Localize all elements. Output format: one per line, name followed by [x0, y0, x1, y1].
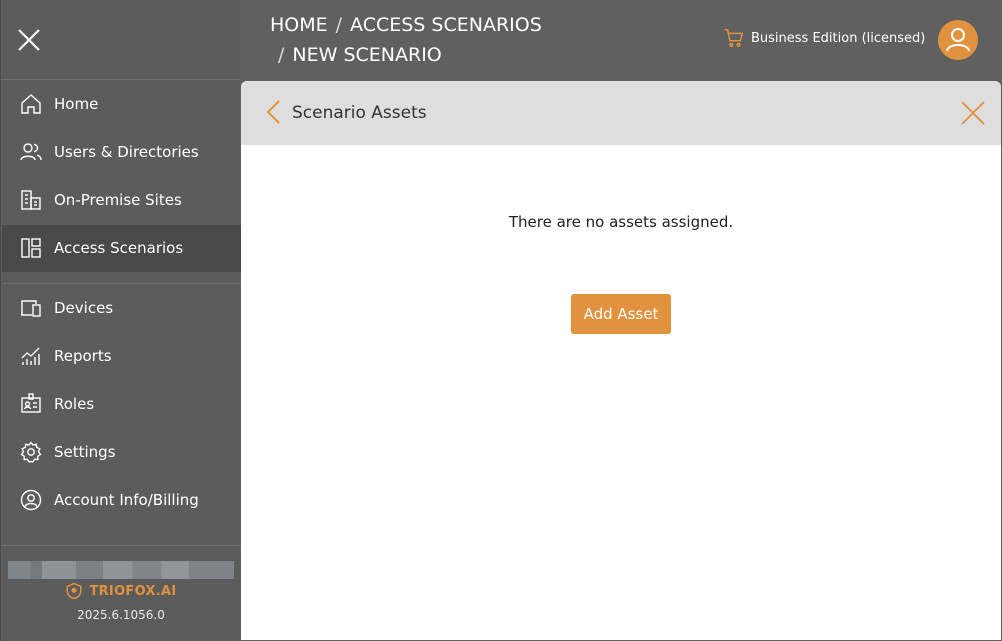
- sidebar-item-label: On-Premise Sites: [54, 191, 182, 209]
- sidebar-top: [1, 0, 240, 80]
- sidebar-item-on-premise-sites[interactable]: On-Premise Sites: [2, 177, 241, 224]
- breadcrumb-home[interactable]: HOME: [270, 14, 328, 36]
- sidebar-item-account-billing[interactable]: Account Info/Billing: [2, 477, 241, 524]
- header: HOME / ACCESS SCENARIOS / NEW SCENARIO Busi…: [240, 0, 1002, 81]
- breadcrumb-access-scenarios[interactable]: ACCESS SCENARIOS: [350, 14, 542, 36]
- close-menu-icon[interactable]: [16, 27, 42, 53]
- sidebar-item-users[interactable]: Users & Directories: [2, 129, 241, 176]
- buildings-icon: [21, 190, 41, 210]
- devices-icon: [21, 300, 41, 317]
- panel-header: Scenario Assets: [241, 81, 1001, 145]
- sidebar-item-label: Users & Directories: [54, 143, 199, 161]
- avatar[interactable]: [938, 20, 978, 60]
- sidebar-divider: [2, 283, 241, 284]
- sidebar: Home Users & Directories On-Premise Site…: [0, 0, 241, 641]
- sidebar-item-roles[interactable]: Roles: [2, 381, 241, 428]
- redacted-info: [8, 561, 234, 579]
- sidebar-item-access-scenarios[interactable]: Access Scenarios: [2, 225, 241, 272]
- gear-icon: [20, 441, 42, 463]
- sidebar-item-label: Roles: [54, 395, 95, 413]
- breadcrumb: HOME / ACCESS SCENARIOS: [270, 14, 542, 36]
- panel-title: Scenario Assets: [292, 103, 427, 123]
- id-card-icon: [21, 393, 41, 413]
- user-icon: [946, 28, 970, 52]
- sidebar-item-label: Account Info/Billing: [54, 491, 199, 509]
- scenario-assets-panel: Scenario Assets There are no assets assi…: [241, 81, 1001, 640]
- sidebar-item-label: Reports: [54, 347, 112, 365]
- chevron-left-icon[interactable]: [265, 99, 281, 125]
- sidebar-item-home[interactable]: Home: [2, 81, 241, 128]
- cart-icon: [724, 29, 744, 47]
- version-label: 2025.6.1056.0: [77, 608, 165, 622]
- brand-name: TRIOFOX.AI: [89, 583, 177, 599]
- sidebar-item-label: Home: [54, 95, 99, 113]
- edition-label: Business Edition (licensed): [751, 30, 926, 46]
- chart-icon: [21, 347, 40, 365]
- sidebar-item-devices[interactable]: Devices: [2, 285, 241, 332]
- close-icon[interactable]: [959, 99, 987, 127]
- user-circle-icon: [20, 489, 42, 511]
- sidebar-item-reports[interactable]: Reports: [2, 333, 241, 380]
- empty-state-message: There are no assets assigned.: [508, 213, 734, 231]
- edition-link[interactable]: Business Edition (licensed): [723, 27, 925, 49]
- breadcrumb-new-scenario: NEW SCENARIO: [292, 44, 442, 66]
- sidebar-item-label: Access Scenarios: [54, 239, 184, 257]
- sidebar-divider: [2, 545, 241, 546]
- sidebar-item-label: Settings: [54, 443, 116, 461]
- sidebar-item-settings[interactable]: Settings: [2, 429, 241, 476]
- layout-icon: [21, 238, 41, 258]
- users-icon: [20, 143, 42, 161]
- triofox-logo-icon: [66, 582, 82, 600]
- home-icon: [21, 94, 41, 114]
- brand: TRIOFOX.AI: [1, 582, 241, 600]
- breadcrumb-separator: /: [335, 14, 343, 36]
- breadcrumb-line-2: / NEW SCENARIO: [278, 44, 442, 66]
- breadcrumb-separator: /: [278, 44, 285, 66]
- add-asset-button[interactable]: Add Asset: [571, 294, 671, 334]
- sidebar-item-label: Devices: [54, 299, 114, 317]
